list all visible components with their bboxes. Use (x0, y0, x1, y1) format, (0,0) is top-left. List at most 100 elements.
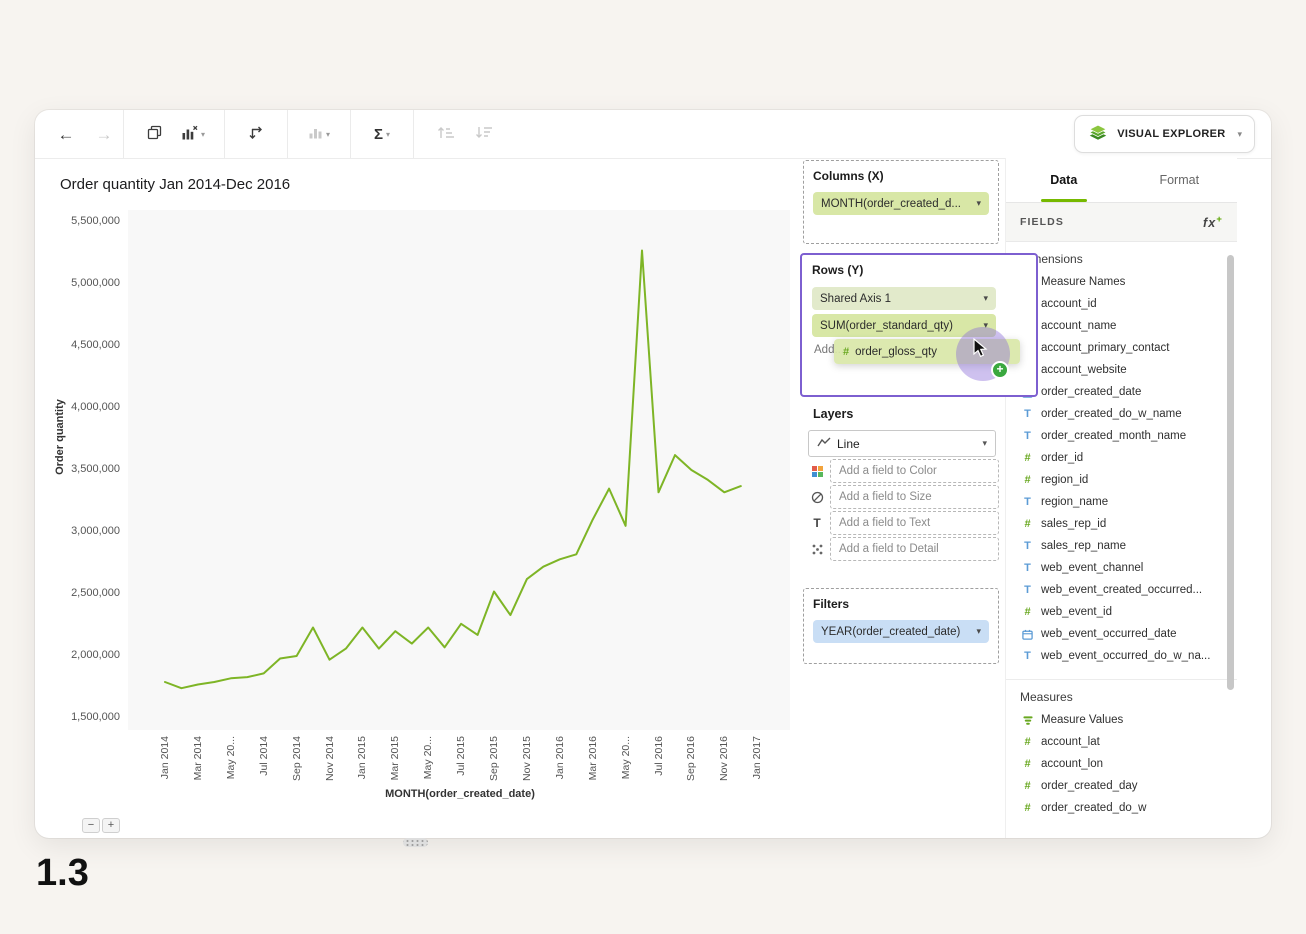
x-tick-label: Jan 2016 (553, 736, 567, 788)
field-item[interactable]: #sales_rep_id (1006, 513, 1237, 535)
line-chart (35, 158, 803, 738)
field-label: account_id (1041, 298, 1097, 310)
field-item[interactable]: web_event_occurred_date (1006, 623, 1237, 645)
field-item[interactable]: Measure Names (1006, 271, 1237, 293)
field-label: account_name (1041, 320, 1116, 332)
bar-chart-icon (308, 125, 323, 143)
field-item[interactable]: #web_event_id (1006, 601, 1237, 623)
field-item[interactable]: Tweb_event_channel (1006, 557, 1237, 579)
x-tick-label: Mar 2014 (191, 736, 205, 788)
layer-type-select[interactable]: Line ▾ (808, 430, 996, 457)
field-label: account_website (1041, 364, 1127, 376)
field-item[interactable]: Taccount_primary_contact (1006, 337, 1237, 359)
field-item[interactable]: Tsales_rep_name (1006, 535, 1237, 557)
size-drop-row: Add a field to Size (803, 485, 1001, 509)
field-item[interactable]: #order_created_do_w (1006, 797, 1237, 819)
measure-values-icon (1021, 715, 1034, 726)
fields-panel: Data Format FIELDS fx+ Dimensions Measur… (1005, 158, 1237, 838)
pill-year-order-created-date[interactable]: YEAR(order_created_date) ▾ (813, 620, 989, 643)
forward-button[interactable]: → (85, 110, 123, 158)
panel-resize-grip[interactable] (403, 838, 428, 847)
layer-type-label: Line (837, 437, 860, 451)
add-field-to-size[interactable]: Add a field to Size (830, 485, 999, 509)
field-item[interactable]: #order_id (1006, 447, 1237, 469)
chevron-down-icon[interactable]: ▾ (970, 198, 981, 209)
toolbar: ← → ▾ (35, 110, 1271, 159)
remove-chart-button[interactable]: ▾ (174, 110, 212, 158)
dimensions-list: Measure Names#account_idTaccount_nameTac… (1006, 267, 1237, 667)
aggregate-button[interactable]: Σ ▾ (363, 110, 401, 158)
field-item[interactable]: Taccount_website (1006, 359, 1237, 381)
drop-placeholder: Add a field to Text (839, 517, 930, 529)
sort-descending-button[interactable] (464, 110, 502, 158)
y-tick-label: 5,500,000 (48, 215, 120, 227)
field-label: order_created_date (1041, 386, 1141, 398)
sort-descending-icon (475, 125, 492, 143)
field-item[interactable]: order_created_date (1006, 381, 1237, 403)
x-tick-label: Sep 2015 (487, 736, 501, 788)
measures-list: Measure Values#account_lat#account_lon#o… (1006, 705, 1237, 819)
x-tick-label: Sep 2014 (290, 736, 304, 788)
pill-month-order-created-date[interactable]: MONTH(order_created_d... ▾ (813, 192, 989, 215)
sort-ascending-icon (437, 125, 454, 143)
chevron-down-icon[interactable]: ▾ (970, 626, 981, 637)
filters-shelf[interactable]: Filters YEAR(order_created_date) ▾ (803, 588, 999, 664)
dimensions-label: Dimensions (1020, 252, 1237, 267)
x-tick-label: Jul 2016 (652, 736, 666, 788)
chevron-down-icon[interactable]: ▾ (982, 438, 987, 449)
field-item[interactable]: Taccount_name (1006, 315, 1237, 337)
field-item[interactable]: Tregion_name (1006, 491, 1237, 513)
field-label: order_created_do_w (1041, 802, 1147, 814)
mouse-cursor-icon (972, 338, 989, 363)
zoom-in-button[interactable]: + (102, 818, 120, 833)
layers-label: Layers (803, 407, 1001, 421)
add-field-to-detail[interactable]: Add a field to Detail (830, 537, 999, 561)
field-item[interactable]: Tweb_event_occurred_do_w_na... (1006, 645, 1237, 667)
field-label: account_lat (1041, 736, 1100, 748)
field-label: order_created_month_name (1041, 430, 1186, 442)
y-tick-label: 4,500,000 (48, 339, 120, 351)
field-label: order_id (1041, 452, 1083, 464)
chevron-down-icon[interactable]: ▾ (977, 293, 988, 304)
x-tick-label: May 20... (224, 736, 238, 788)
field-item[interactable]: #account_id (1006, 293, 1237, 315)
measures-label: Measures (1020, 690, 1237, 705)
x-tick-label: May 20... (421, 736, 435, 788)
pill-label: SUM(order_standard_qty) (820, 320, 953, 332)
field-item[interactable]: Torder_created_month_name (1006, 425, 1237, 447)
pill-shared-axis-1[interactable]: Shared Axis 1 ▾ (812, 287, 996, 310)
create-calculated-field-button[interactable]: fx+ (1203, 214, 1223, 230)
x-tick-label: Jan 2015 (355, 736, 369, 788)
duplicate-chart-button[interactable] (136, 110, 174, 158)
columns-shelf[interactable]: Columns (X) MONTH(order_created_d... ▾ (803, 160, 999, 244)
field-item[interactable]: #order_created_day (1006, 775, 1237, 797)
tab-format[interactable]: Format (1122, 158, 1238, 202)
field-item[interactable]: Torder_created_do_w_name (1006, 403, 1237, 425)
fields-scrollbar[interactable] (1227, 255, 1234, 690)
swap-axes-button[interactable] (237, 110, 275, 158)
x-tick-label: Nov 2015 (520, 736, 534, 788)
zoom-out-button[interactable]: − (82, 818, 100, 833)
field-item[interactable]: #account_lat (1006, 731, 1237, 753)
date-field-icon (1021, 629, 1034, 640)
field-item[interactable]: Tweb_event_created_occurred... (1006, 579, 1237, 601)
field-item[interactable]: #account_lon (1006, 753, 1237, 775)
x-tick-label: Jan 2017 (750, 736, 764, 788)
add-field-to-color[interactable]: Add a field to Color (830, 459, 999, 483)
field-item[interactable]: #region_id (1006, 469, 1237, 491)
field-label: Measure Values (1041, 714, 1123, 726)
x-tick-label: Nov 2014 (323, 736, 337, 788)
sort-ascending-button[interactable] (426, 110, 464, 158)
y-tick-label: 2,500,000 (48, 587, 120, 599)
layers-section: Layers Line ▾ Add a field to Color (803, 407, 1001, 561)
rows-shelf[interactable]: Rows (Y) Shared Axis 1 ▾ SUM(order_stand… (800, 253, 1038, 397)
x-axis-title: MONTH(order_created_date) (310, 788, 610, 800)
field-label: web_event_id (1041, 606, 1112, 618)
tab-data[interactable]: Data (1006, 158, 1122, 202)
add-field-to-text[interactable]: Add a field to Text (830, 511, 999, 535)
x-tick-label: Nov 2016 (717, 736, 731, 788)
bar-chart-button[interactable]: ▾ (300, 110, 338, 158)
field-item[interactable]: Measure Values (1006, 709, 1237, 731)
visual-explorer-menu-button[interactable]: VISUAL EXPLORER ▾ (1074, 115, 1255, 153)
back-button[interactable]: ← (47, 110, 85, 158)
